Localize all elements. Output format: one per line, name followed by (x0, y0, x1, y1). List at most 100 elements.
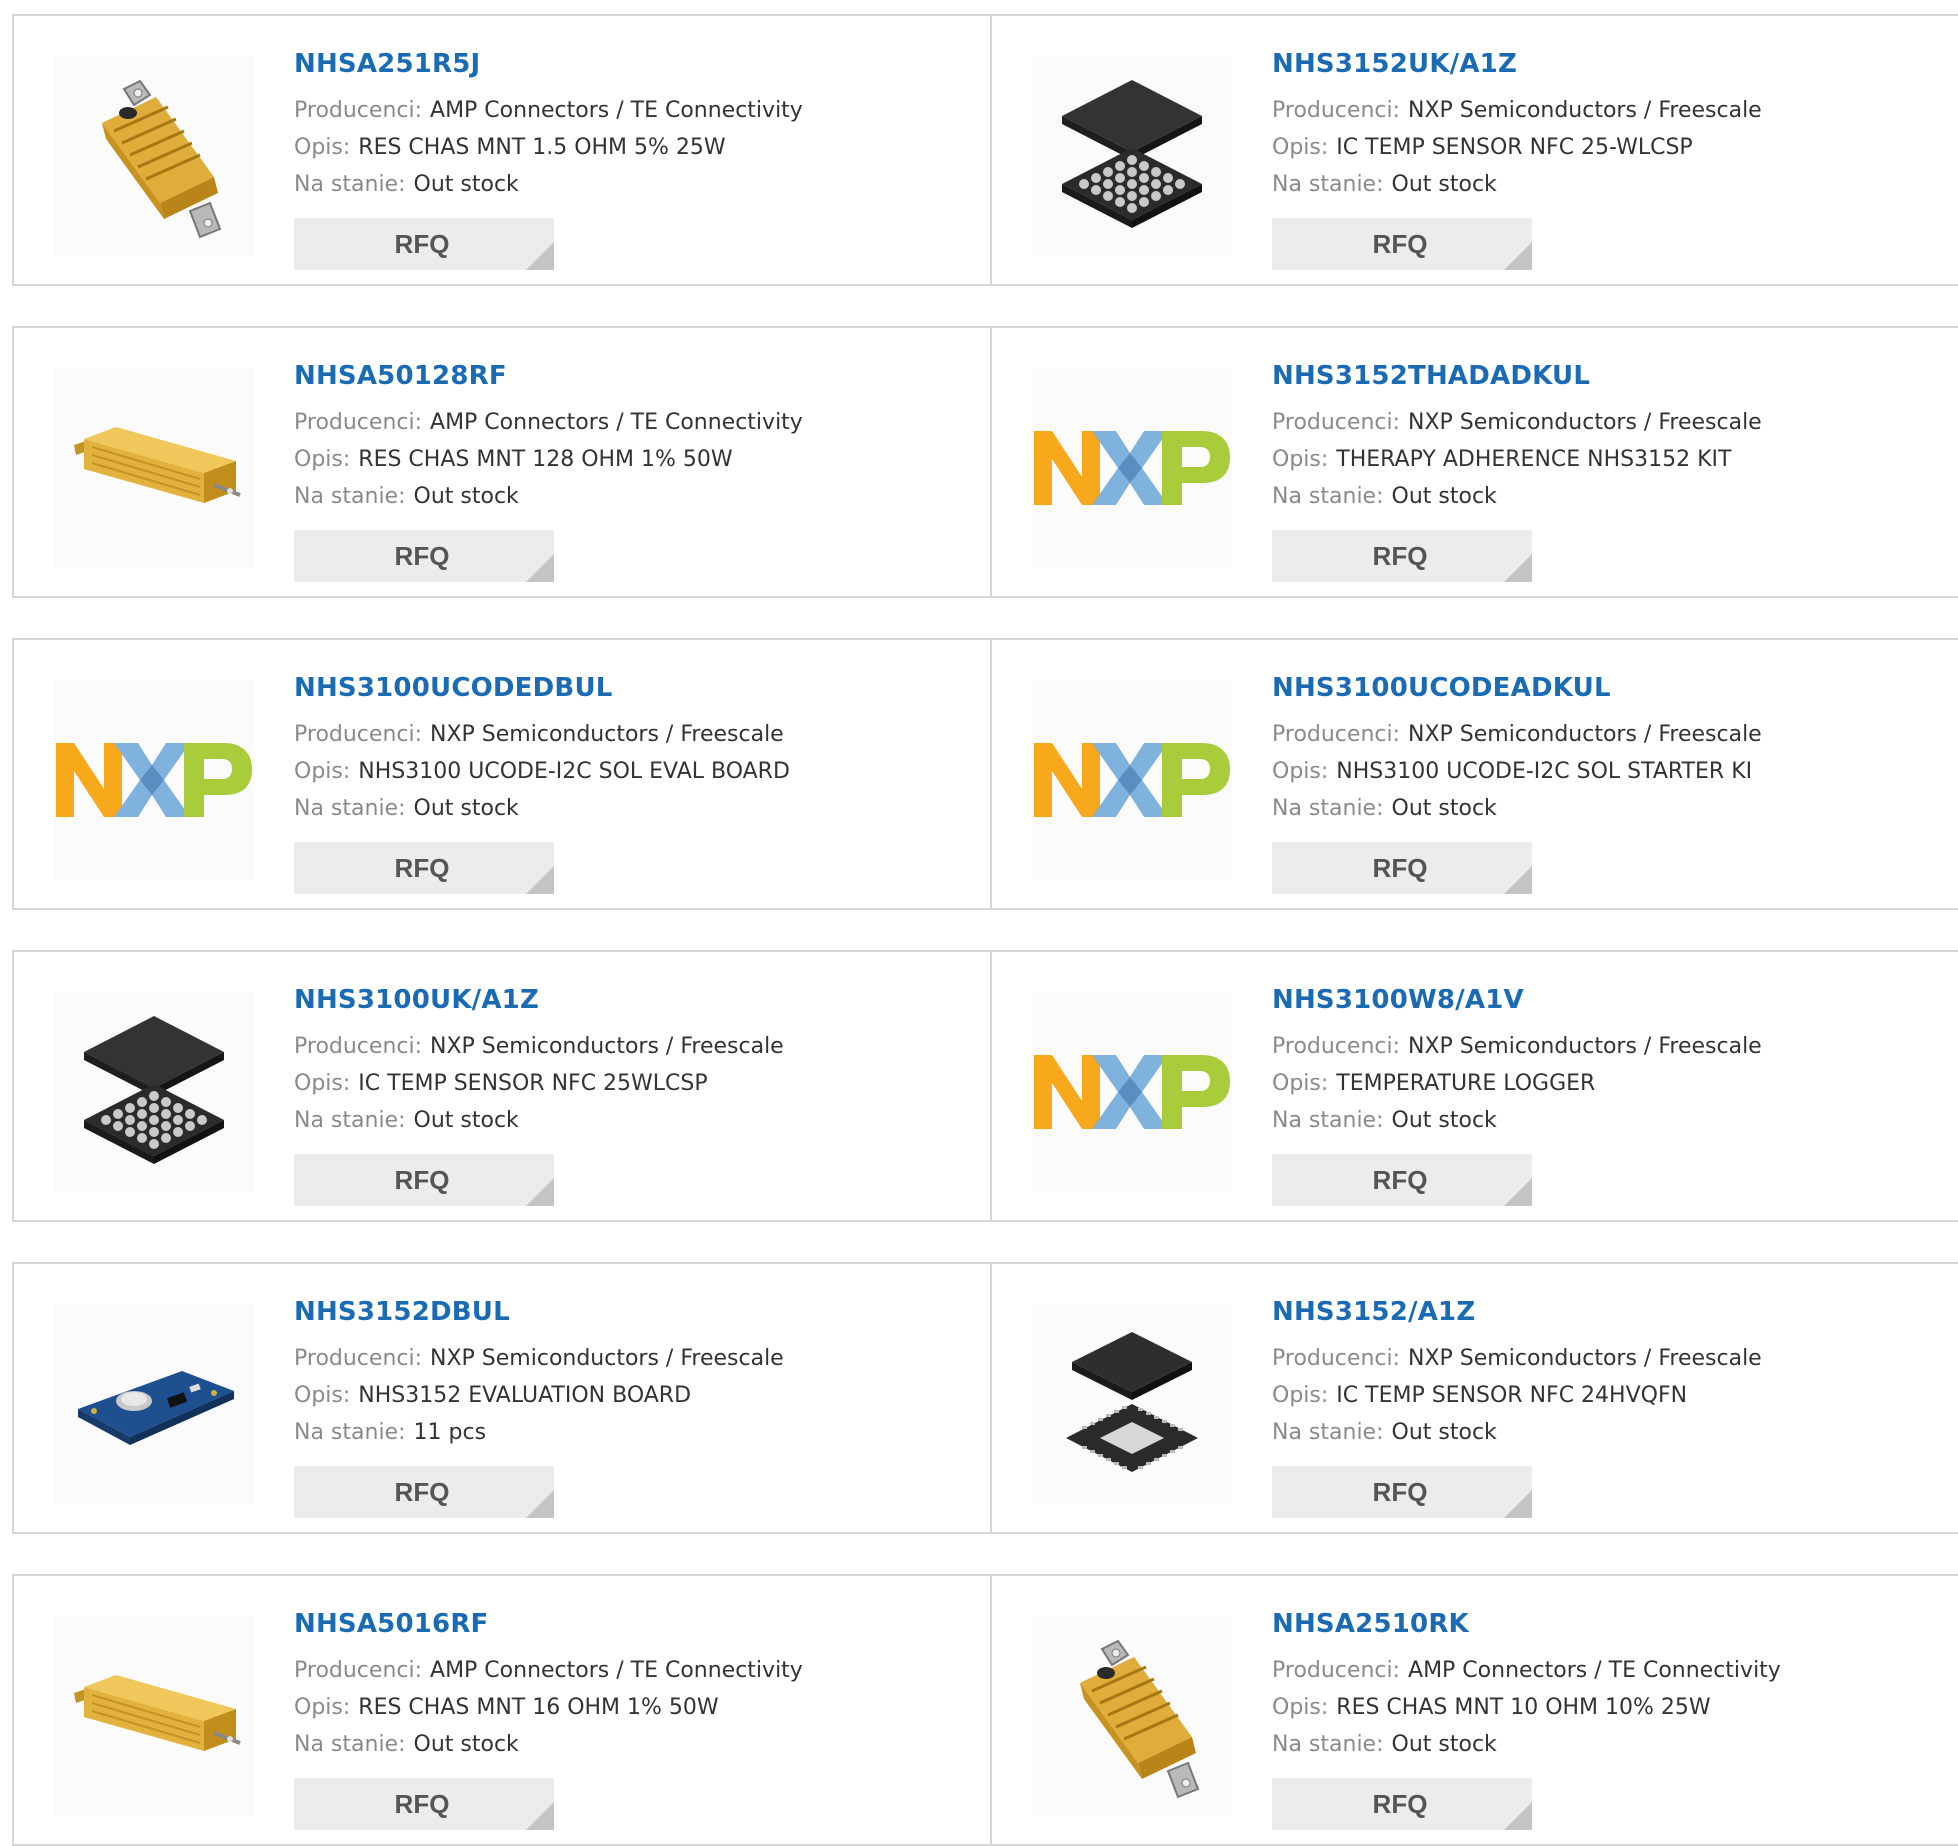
rfq-button[interactable]: RFQ (294, 530, 554, 582)
corner-fold-icon (1504, 866, 1532, 894)
rfq-button[interactable]: RFQ (1272, 1154, 1532, 1206)
stock-value: Out stock (413, 1108, 519, 1133)
part-number-link[interactable]: NHS3152DBUL (294, 1296, 784, 1328)
part-number-link[interactable]: NHS3100UCODEDBUL (294, 672, 790, 704)
rfq-label: RFQ (394, 1477, 450, 1507)
stock-label: Na stanie: (294, 1732, 406, 1757)
product-row: NHS3100UCODEDBUL Producenci: NXP Semicondu… (12, 638, 1958, 910)
part-number-link[interactable]: NHSA5016RF (294, 1608, 803, 1640)
rfq-button[interactable]: RFQ (1272, 842, 1532, 894)
part-number-link[interactable]: NHS3100UCODEADKUL (1272, 672, 1762, 704)
product-row: NHSA50128RF Producenci: AMP Connectors / T… (12, 326, 1958, 598)
manufacturer-label: Producenci: (1272, 1346, 1401, 1371)
stock-value: Out stock (1391, 172, 1497, 197)
description-value: IC TEMP SENSOR NFC 25-WLCSP (1336, 135, 1693, 160)
description-label: Opis: (1272, 1383, 1329, 1408)
manufacturer-label: Producenci: (294, 1034, 423, 1059)
product-image[interactable] (1032, 1616, 1232, 1816)
description-line: Opis: RES CHAS MNT 16 OHM 1% 50W (294, 1689, 803, 1726)
resistor-icon (74, 427, 241, 503)
part-number-link[interactable]: NHS3152UK/A1Z (1272, 48, 1762, 80)
corner-fold-icon (1504, 1802, 1532, 1830)
manufacturer-line: Producenci: AMP Connectors / TE Connectiv… (294, 404, 803, 441)
rfq-label: RFQ (1372, 1789, 1428, 1819)
manufacturer-label: Producenci: (294, 1346, 423, 1371)
nxp-logo-icon (56, 743, 252, 817)
product-card: NHSA5016RF Producenci: AMP Connectors / TE… (14, 1576, 992, 1844)
stock-value: Out stock (413, 172, 519, 197)
manufacturer-value: AMP Connectors / TE Connectivity (430, 410, 803, 435)
rfq-button[interactable]: RFQ (1272, 530, 1532, 582)
manufacturer-line: Producenci: AMP Connectors / TE Connectiv… (294, 1652, 803, 1689)
rfq-label: RFQ (394, 229, 450, 259)
part-number-link[interactable]: NHSA50128RF (294, 360, 803, 392)
rfq-label: RFQ (394, 853, 450, 883)
manufacturer-label: Producenci: (294, 1658, 423, 1683)
rfq-button[interactable]: RFQ (1272, 218, 1532, 270)
rfq-button[interactable]: RFQ (294, 1154, 554, 1206)
stock-line: Na stanie: Out stock (294, 790, 790, 827)
stock-label: Na stanie: (1272, 484, 1384, 509)
product-info: NHS3152THADADKUL Producenci: NXP Semicondu… (1272, 360, 1762, 515)
part-number-link[interactable]: NHS3100UK/A1Z (294, 984, 784, 1016)
rfq-label: RFQ (1372, 541, 1428, 571)
description-line: Opis: NHS3100 UCODE-I2C SOL STARTER KI (1272, 753, 1762, 790)
chip-icon (1062, 80, 1202, 228)
description-value: NHS3152 EVALUATION BOARD (358, 1383, 692, 1408)
stock-line: Na stanie: Out stock (1272, 1102, 1762, 1139)
part-number-link[interactable]: NHS3152/A1Z (1272, 1296, 1762, 1328)
stock-line: Na stanie: Out stock (1272, 1726, 1781, 1763)
manufacturer-line: Producenci: NXP Semiconductors / Freescal… (294, 716, 790, 753)
description-value: RES CHAS MNT 128 OHM 1% 50W (358, 447, 733, 472)
description-label: Opis: (1272, 759, 1329, 784)
rfq-button[interactable]: RFQ (294, 1466, 554, 1518)
product-image[interactable] (54, 56, 254, 256)
product-image[interactable] (1032, 992, 1232, 1192)
stock-label: Na stanie: (294, 1420, 406, 1445)
description-label: Opis: (294, 759, 351, 784)
product-image[interactable] (1032, 368, 1232, 568)
manufacturer-value: NXP Semiconductors / Freescale (1408, 1034, 1762, 1059)
rfq-label: RFQ (394, 1165, 450, 1195)
product-image[interactable] (54, 368, 254, 568)
part-number-link[interactable]: NHSA251R5J (294, 48, 803, 80)
product-image[interactable] (1032, 56, 1232, 256)
product-image[interactable] (54, 1616, 254, 1816)
part-number-link[interactable]: NHSA2510RK (1272, 1608, 1781, 1640)
manufacturer-line: Producenci: AMP Connectors / TE Connectiv… (1272, 1652, 1781, 1689)
product-image[interactable] (54, 1304, 254, 1504)
rfq-label: RFQ (1372, 1477, 1428, 1507)
product-info: NHS3152UK/A1Z Producenci: NXP Semiconducto… (1272, 48, 1762, 203)
stock-line: Na stanie: Out stock (294, 1102, 784, 1139)
manufacturer-value: NXP Semiconductors / Freescale (430, 1346, 784, 1371)
product-info: NHSA50128RF Producenci: AMP Connectors / T… (294, 360, 803, 515)
description-label: Opis: (294, 1383, 351, 1408)
product-image[interactable] (54, 680, 254, 880)
product-info: NHS3100UCODEDBUL Producenci: NXP Semicondu… (294, 672, 790, 827)
rfq-button[interactable]: RFQ (294, 842, 554, 894)
part-number-link[interactable]: NHS3152THADADKUL (1272, 360, 1762, 392)
stock-value: Out stock (413, 484, 519, 509)
rfq-button[interactable]: RFQ (1272, 1778, 1532, 1830)
manufacturer-value: AMP Connectors / TE Connectivity (1408, 1658, 1781, 1683)
product-image[interactable] (1032, 1304, 1232, 1504)
product-info: NHS3152DBUL Producenci: NXP Semiconductors… (294, 1296, 784, 1451)
description-value: NHS3100 UCODE-I2C SOL STARTER KI (1336, 759, 1753, 784)
product-row: NHS3152DBUL Producenci: NXP Semiconductors… (12, 1262, 1958, 1534)
rfq-button[interactable]: RFQ (294, 1778, 554, 1830)
manufacturer-value: NXP Semiconductors / Freescale (1408, 722, 1762, 747)
manufacturer-label: Producenci: (1272, 1034, 1401, 1059)
rfq-label: RFQ (1372, 229, 1428, 259)
rfq-button[interactable]: RFQ (1272, 1466, 1532, 1518)
description-line: Opis: TEMPERATURE LOGGER (1272, 1065, 1762, 1102)
manufacturer-line: Producenci: NXP Semiconductors / Freescal… (294, 1340, 784, 1377)
part-number-link[interactable]: NHS3100W8/A1V (1272, 984, 1762, 1016)
product-image[interactable] (54, 992, 254, 1192)
product-card: NHS3152/A1Z Producenci: NXP Semiconductors… (992, 1264, 1958, 1532)
description-value: THERAPY ADHERENCE NHS3152 KIT (1336, 447, 1732, 472)
product-card: NHS3100UK/A1Z Producenci: NXP Semiconducto… (14, 952, 992, 1220)
product-image[interactable] (1032, 680, 1232, 880)
manufacturer-label: Producenci: (294, 98, 423, 123)
rfq-button[interactable]: RFQ (294, 218, 554, 270)
manufacturer-line: Producenci: NXP Semiconductors / Freescal… (1272, 716, 1762, 753)
